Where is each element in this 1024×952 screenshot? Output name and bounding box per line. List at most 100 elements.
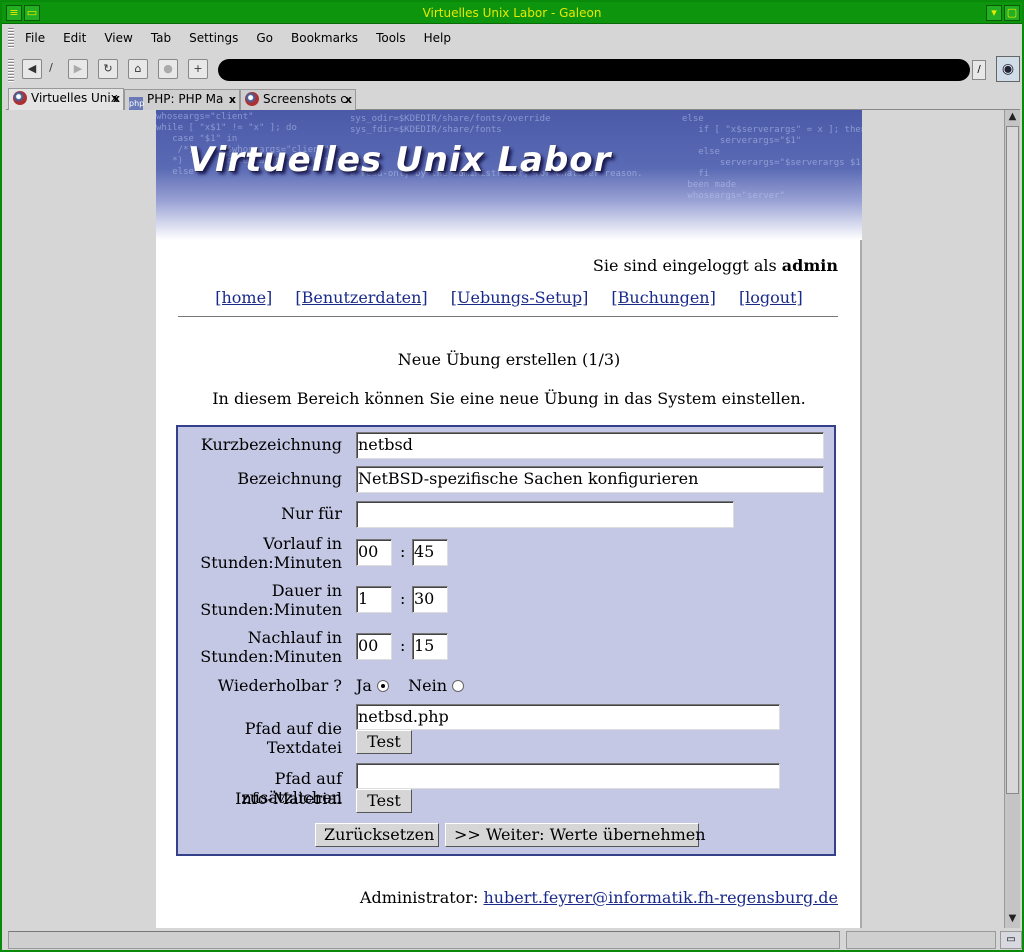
nachlauf-hours-input[interactable]: 00 [356,633,392,660]
scroll-down-icon[interactable]: ▼ [1006,912,1019,926]
maximize-icon[interactable]: ▢ [1004,5,1020,21]
forward-icon[interactable]: ▶ [68,59,88,79]
nav-benutzerdaten[interactable]: [Benutzerdaten] [295,288,427,307]
dauer-label-line2: Stunden:Minuten [200,600,342,619]
kurzbezeichnung-input[interactable]: netbsd [356,432,824,459]
tab-label: Screenshots c [263,92,347,106]
test-info-material-button[interactable]: Test [356,789,412,813]
menu-edit[interactable]: Edit [54,31,95,45]
vorlauf-label-line2: Stunden:Minuten [200,553,342,572]
vorlauf-minutes-input[interactable]: 45 [412,539,448,566]
nachlauf-label-line2: Stunden:Minuten [200,647,342,666]
back-icon[interactable]: ◀ [22,59,42,79]
login-prefix: Sie sind eingeloggt als [592,256,777,275]
vorlauf-hours-input[interactable]: 00 [356,539,392,566]
nur-fuer-input[interactable] [356,501,734,528]
web-page: whoseargs="client" while [ "x$1" != "x" … [156,110,862,928]
main-nav: [home] [Benutzerdaten] [Uebungs-Setup] [… [156,288,862,307]
pfad-textdatei-label: Pfad auf die Textdatei [244,719,342,757]
nur-fuer-label: Nur für [281,504,342,523]
url-field[interactable] [218,59,970,81]
nachlauf-label-line1: Nachlauf in [247,628,342,647]
vorlauf-colon: : [400,542,406,561]
reload-icon[interactable]: ↻ [98,59,118,79]
tab-bar: Virtuelles Unix x php PHP: PHP Ma x Scree… [6,88,1020,110]
dauer-minutes-input[interactable]: 30 [412,586,448,613]
menu-bar: File Edit View Tab Settings Go Bookmarks… [16,26,1024,50]
stop-icon[interactable]: ● [158,59,178,79]
wiederholbar-label: Wiederholbar ? [217,676,342,695]
dauer-hours-input[interactable]: 1 [356,586,392,613]
menu-tab[interactable]: Tab [142,31,180,45]
admin-email-link[interactable]: hubert.feyrer@informatik.fh-regensburg.d… [483,888,838,907]
page-heading: Neue Übung erstellen (1/3) [397,350,621,369]
status-progress [846,931,996,949]
scroll-up-icon[interactable]: ▲ [1006,110,1019,124]
menu-file[interactable]: File [16,31,54,45]
nachlauf-minutes-input[interactable]: 15 [412,633,448,660]
php-icon: php [129,97,144,110]
close-tab-icon[interactable]: x [229,90,236,109]
bezeichnung-input[interactable]: NetBSD-spezifische Sachen konfigurieren [356,466,824,493]
menu-view[interactable]: View [95,31,141,45]
menu-settings[interactable]: Settings [180,31,247,45]
window-menu-icon[interactable]: ≡ [6,5,22,21]
bezeichnung-label: Bezeichnung [237,469,342,488]
scroll-thumb[interactable] [1006,126,1019,794]
site-banner: whoseargs="client" while [ "x$1" != "x" … [156,110,862,240]
nav-uebungs-setup[interactable]: [Uebungs-Setup] [451,288,589,307]
test-textdatei-button[interactable]: Test [356,730,412,754]
window-title: Virtuelles Unix Labor - Galeon [422,6,602,20]
tab-label: Virtuelles Unix [31,91,118,105]
minimize-icon[interactable]: ▾ [986,5,1002,21]
kurzbezeichnung-label: Kurzbezeichnung [200,435,342,454]
menu-help[interactable]: Help [415,31,460,45]
vertical-scrollbar[interactable]: ▲ ▼ [1004,110,1020,928]
close-tab-icon[interactable]: x [113,89,120,108]
pfad-textdatei-input[interactable]: netbsd.php [356,704,780,730]
shade-icon[interactable]: ▭ [24,5,40,21]
footer-prefix: Administrator: [359,888,479,907]
tab-php-manual[interactable]: php PHP: PHP Ma x [124,89,240,110]
content-viewport: whoseargs="client" while [ "x$1" != "x" … [6,110,1004,928]
url-history-dropdown[interactable]: / [972,60,986,80]
security-icon[interactable]: ▭ [1000,931,1022,949]
home-icon[interactable]: ⌂ [128,59,148,79]
status-message [8,931,840,949]
nein-radio[interactable] [452,680,465,692]
browser-window: ≡ ▭ Virtuelles Unix Labor - Galeon ▾ ▢ F… [0,0,1024,952]
ja-label: Ja [356,676,372,695]
intro-text: In diesem Bereich können Sie eine neue Ü… [212,389,806,408]
new-tab-icon[interactable]: + [188,59,208,79]
dauer-colon: : [400,589,406,608]
status-bar: ▭ [6,930,1022,950]
admin-footer: Administrator: hubert.feyrer@informatik.… [360,888,838,907]
tab-label: PHP: PHP Ma [147,92,224,106]
menu-go[interactable]: Go [247,31,282,45]
tab-screenshots[interactable]: Screenshots c x [240,89,356,110]
info-material-input[interactable] [356,763,780,789]
nav-buchungen[interactable]: [Buchungen] [611,288,715,307]
galeon-icon [245,92,259,106]
divider [178,316,838,318]
menubar-grip[interactable] [8,28,14,48]
close-tab-icon[interactable]: x [345,90,352,109]
ja-radio[interactable] [377,680,390,692]
login-user: admin [781,256,838,275]
toolbar: ◀ / ▶ ↻ ⌂ ● + / ◉ [6,54,1020,86]
back-history-icon[interactable]: / [44,59,58,79]
menu-bookmarks[interactable]: Bookmarks [282,31,367,45]
menu-tools[interactable]: Tools [367,31,415,45]
galeon-icon [13,91,27,105]
nein-label: Nein [408,676,448,695]
dauer-label-line1: Dauer in [271,581,342,600]
submit-button[interactable]: >> Weiter: Werte übernehmen [445,823,706,847]
nachlauf-colon: : [400,636,406,655]
nav-logout[interactable]: [logout] [739,288,803,307]
login-status: Sie sind eingeloggt als admin [593,256,838,275]
galeon-throbber-icon[interactable]: ◉ [996,56,1020,82]
tab-virtuelles-unix[interactable]: Virtuelles Unix x [8,88,124,110]
title-bar[interactable]: ≡ ▭ Virtuelles Unix Labor - Galeon ▾ ▢ [2,2,1022,24]
reset-button[interactable]: Zurücksetzen [315,823,439,847]
nav-home[interactable]: [home] [215,288,272,307]
